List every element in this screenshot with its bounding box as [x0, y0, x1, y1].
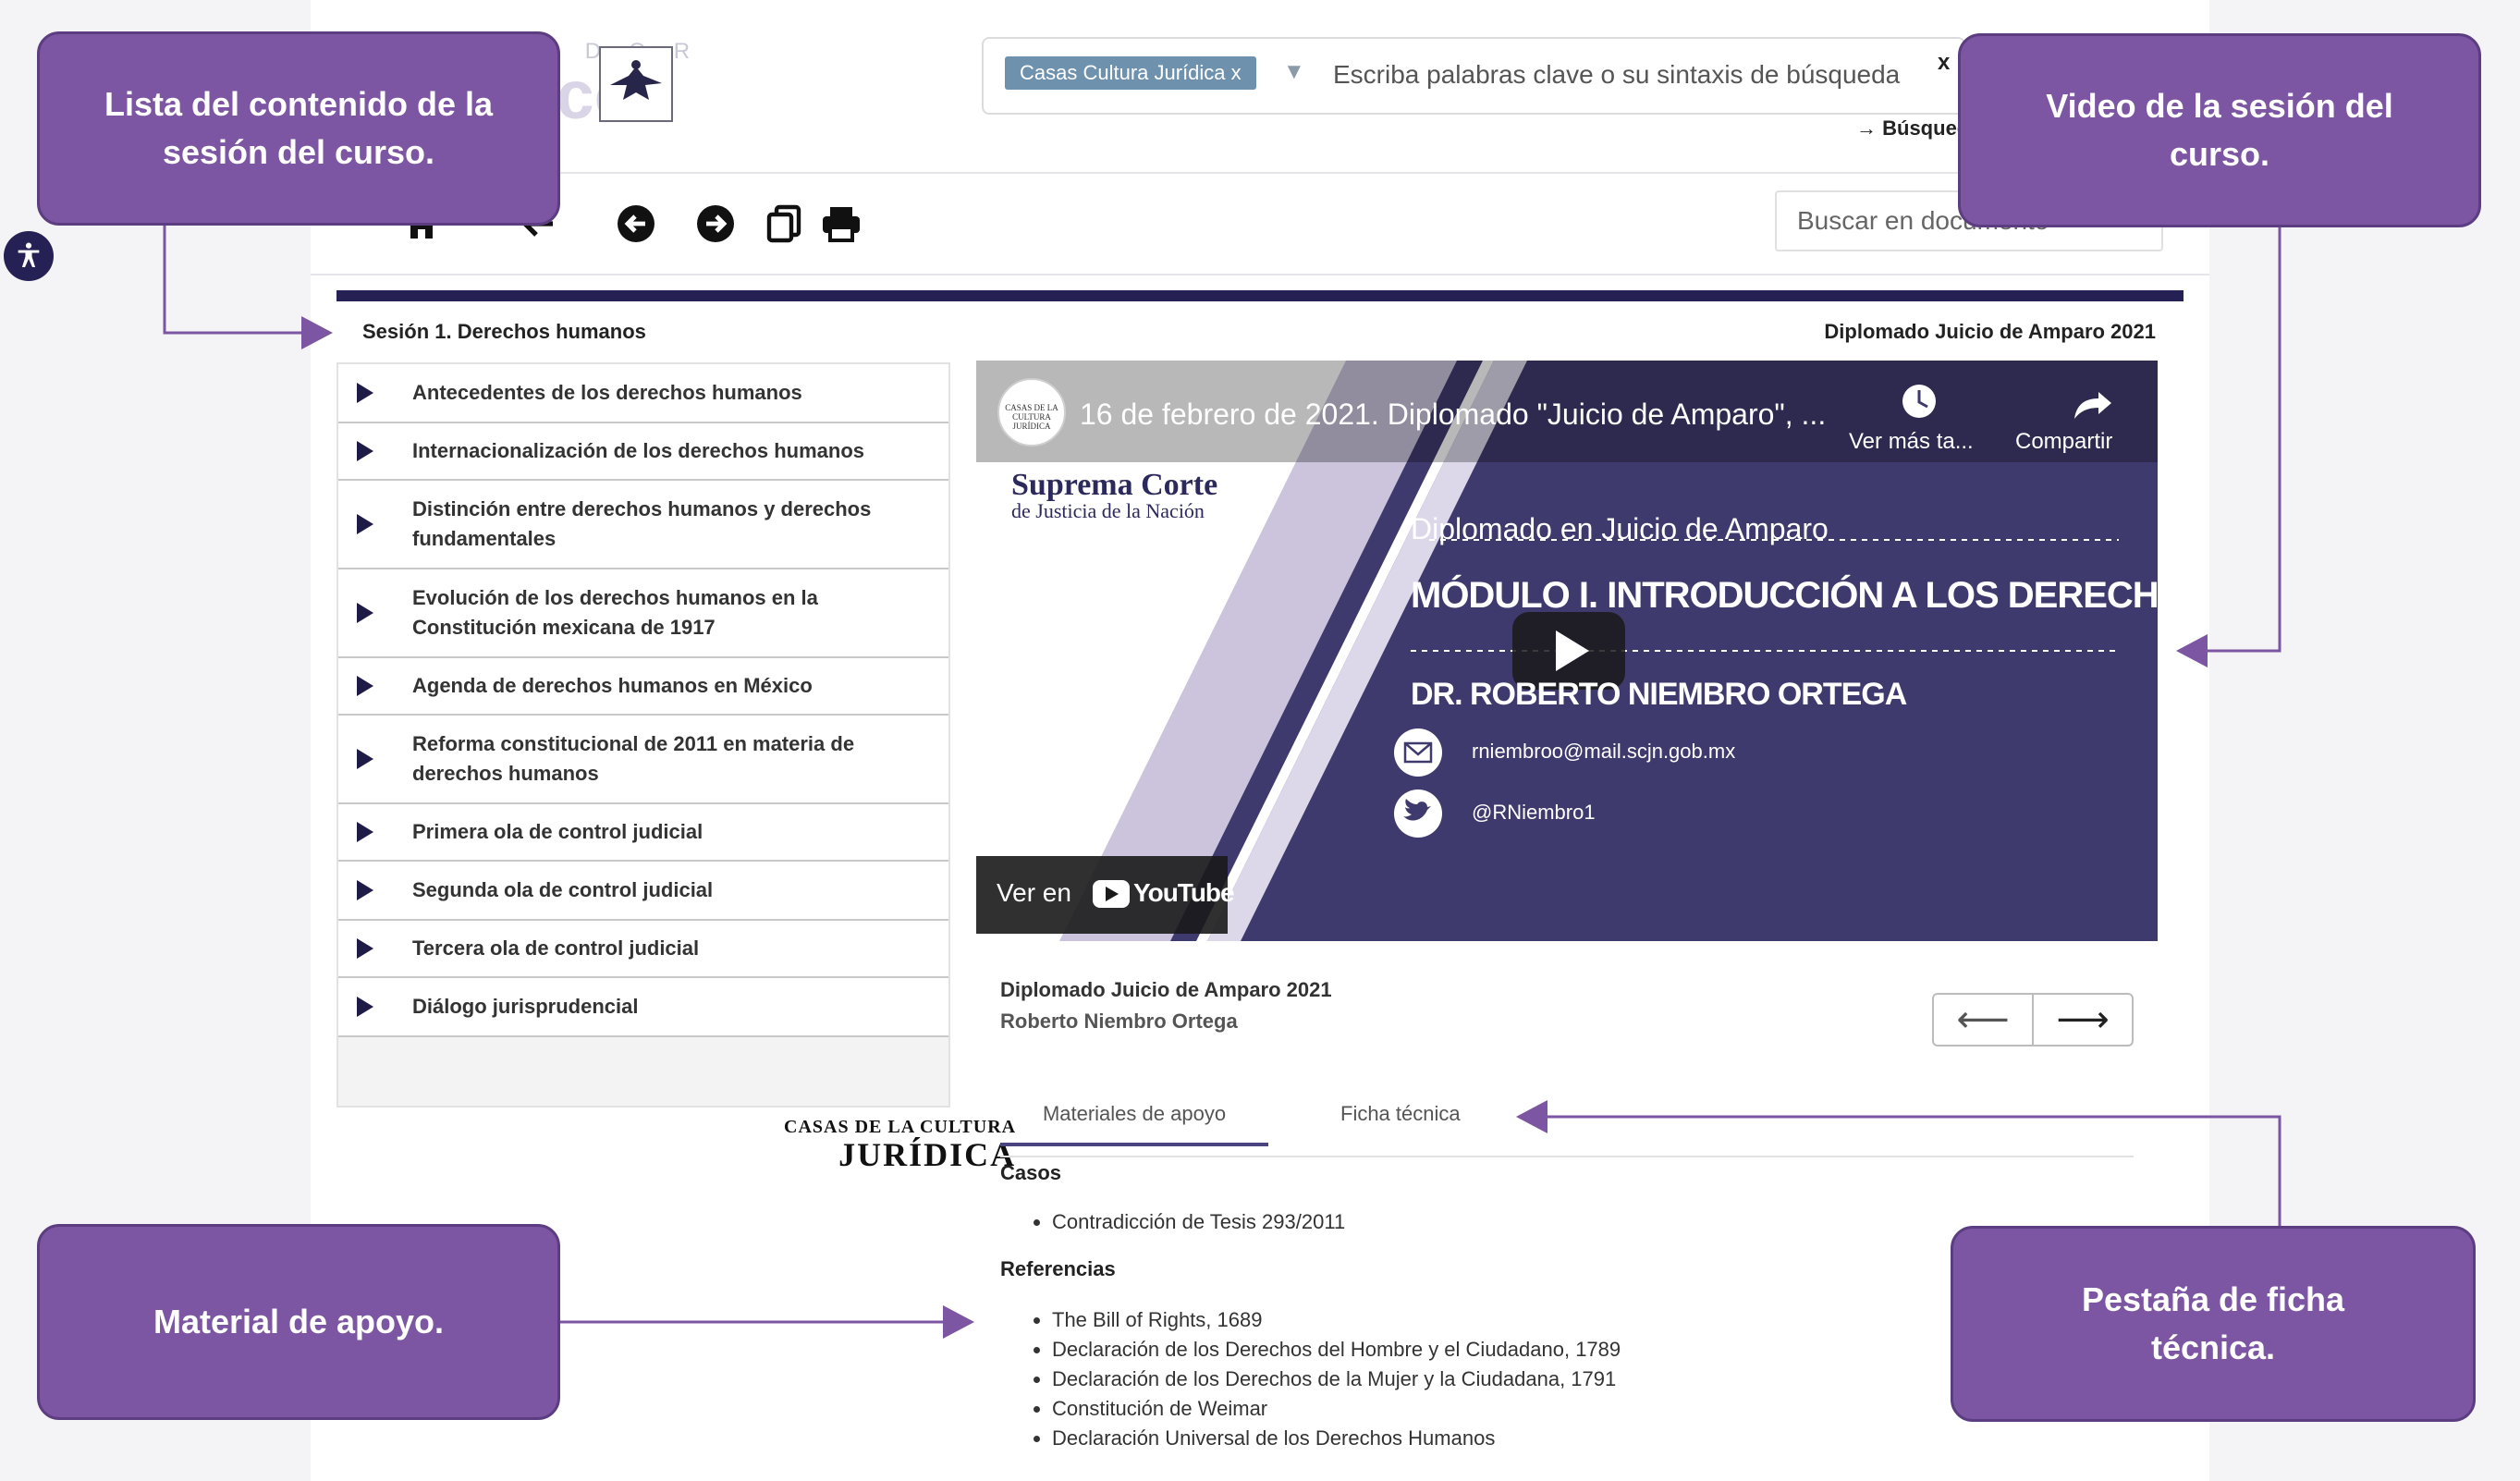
callout-ficha-tecnica: Pestaña de ficha técnica.	[1951, 1226, 2476, 1422]
callout-session-list: Lista del contenido de la sesión del cur…	[37, 31, 560, 226]
callout-video: Video de la sesión del curso.	[1958, 33, 2481, 227]
callout-support-material: Material de apoyo.	[37, 1224, 560, 1420]
